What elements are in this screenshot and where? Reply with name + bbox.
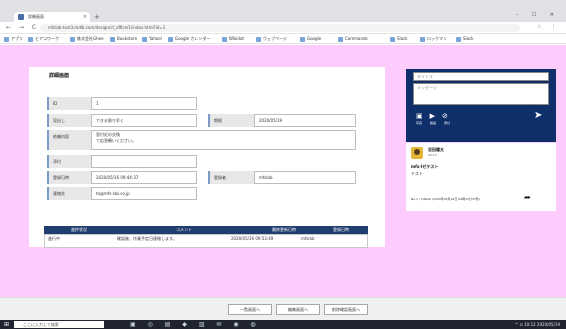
- bookmark-icon: [300, 36, 305, 42]
- photo-label: 写真: [416, 121, 423, 125]
- photo-icon[interactable]: ▣: [416, 112, 423, 120]
- column-header-registered: 登録日時: [333, 227, 349, 232]
- bookmark-icon: [338, 36, 343, 42]
- field-label-contact: 連絡先: [47, 187, 91, 200]
- bookmark-icon: [4, 36, 9, 42]
- taskbar-app-icons[interactable]: ▣ ◎ ▤ ◆ ▥ ✉ ◉ ◍: [130, 320, 261, 329]
- bookmark-icon: [28, 36, 33, 42]
- field-value-contact: to@mfs-lab.co.jp: [91, 187, 197, 200]
- field-value-heading: できる限り早く: [91, 114, 197, 127]
- paperclip-icon[interactable]: ⊘: [442, 112, 448, 120]
- bookmark-icon: [142, 36, 147, 42]
- bookmark-item[interactable]: Slack: [390, 35, 408, 43]
- bookmarks-bar: アプリ ヒアコワーク 株式会社Ghee Bookstore Yahoo! Goo…: [0, 34, 566, 44]
- cell-updated: 2020/05/16 09:53:49: [231, 236, 274, 241]
- bookmark-item[interactable]: Bookstore: [110, 35, 137, 43]
- browser-tab-bar: 詳細画面 × + – ☐ ✕: [0, 0, 566, 22]
- cell-registered-by: mfslab: [301, 236, 315, 241]
- post-body: テスト: [411, 171, 423, 176]
- list-screen-button[interactable]: 一覧画面へ: [228, 304, 272, 315]
- bookmark-item[interactable]: アプリ: [4, 35, 23, 43]
- video-label: 動画: [430, 121, 437, 125]
- system-tray: ^ ⊡ 10:12 2020/05/19: [514, 322, 560, 327]
- page-title: 詳細画面: [49, 73, 70, 79]
- bookmark-icon: [168, 36, 173, 42]
- chat-message-input[interactable]: メッセージ: [413, 83, 549, 105]
- browser-tab[interactable]: 詳細画面 ×: [14, 12, 90, 22]
- field-label-request: 依頼内容: [47, 130, 91, 150]
- bookmark-item[interactable]: Yahoo!: [142, 35, 162, 43]
- chat-attach-icons: ▣ ▶ ⊘: [416, 112, 455, 120]
- field-label-id: ID: [47, 97, 91, 110]
- close-tab-icon[interactable]: ×: [83, 12, 87, 22]
- progress-table-header: 進捗状況 コメント 最終更新日時 登録日時: [44, 226, 368, 234]
- bookmark-item[interactable]: ヒアコワーク: [28, 35, 59, 43]
- field-value-request: 窓付近の交換 て応答願いください。: [91, 130, 356, 150]
- bookmark-item[interactable]: Slack: [456, 35, 474, 43]
- attach-label: 添付: [444, 121, 451, 125]
- post-title: mfs-lゼテスト: [411, 164, 439, 169]
- bookmark-item[interactable]: Google: [300, 35, 321, 43]
- browser-toolbar-icons[interactable]: ☆ ⋮: [537, 24, 560, 30]
- bookmark-item[interactable]: ウェブページ: [256, 35, 287, 43]
- bookmark-icon: [420, 36, 425, 42]
- column-header-comment: コメント: [176, 227, 192, 232]
- share-icon[interactable]: ➦: [524, 193, 531, 202]
- cell-status: 進行中: [48, 236, 60, 241]
- chat-post: 吉田健太 09:13 mfs-lゼテスト テスト No.1 / mfslab (…: [406, 143, 556, 211]
- bookmark-item[interactable]: ロックマン: [420, 35, 447, 43]
- tab-title: 詳細画面: [28, 14, 44, 19]
- page-content: 詳細画面 ID 1 見出し できる限り早く 期限 2020/05/19 依頼内容…: [0, 45, 566, 297]
- delete-confirm-button[interactable]: 削除確認画面へ: [324, 304, 368, 315]
- bookmark-item[interactable]: Commands: [338, 35, 368, 43]
- cell-comment: 確認後、作業予定日連絡します。: [117, 236, 177, 241]
- bookmark-icon: [390, 36, 395, 42]
- field-label-heading: 見出し: [47, 114, 91, 127]
- chat-title-input[interactable]: タイトル: [413, 72, 549, 81]
- window-controls[interactable]: – ☐ ✕: [516, 12, 560, 18]
- detail-card: 詳細画面 ID 1 見出し できる限り早く 期限 2020/05/19 依頼内容…: [29, 67, 385, 248]
- video-icon[interactable]: ▶: [430, 112, 435, 120]
- new-tab-button[interactable]: +: [94, 12, 100, 22]
- bookmark-icon: [110, 36, 115, 42]
- field-label-attachment: 添付: [47, 155, 91, 168]
- column-header-updated: 最終更新日時: [272, 227, 296, 232]
- url-field[interactable]: mfslab-test3.mdlb.com/design/ct_office/1…: [40, 24, 520, 32]
- bottom-action-bar: 一覧画面へ 編集画面へ 削除確認画面へ: [0, 297, 566, 320]
- os-taskbar: ⊞ ここに入力して検索 ▣ ◎ ▤ ◆ ▥ ✉ ◉ ◍ ^ ⊡ 10:12 20…: [0, 320, 566, 329]
- avatar: [411, 147, 423, 159]
- field-value-attachment[interactable]: [91, 155, 197, 168]
- bookmark-item[interactable]: 株式会社Ghee: [70, 35, 104, 43]
- field-value-deadline: 2020/05/19: [254, 114, 356, 127]
- field-value-registrant: mfslab: [254, 171, 356, 184]
- field-label-registrant: 登録者: [208, 171, 254, 184]
- taskbar-search-input[interactable]: ここに入力して検索: [14, 321, 104, 328]
- bookmark-icon: [222, 36, 227, 42]
- edit-screen-button[interactable]: 編集画面へ: [276, 304, 320, 315]
- send-icon[interactable]: ➤: [534, 110, 542, 121]
- post-time: 09:13: [428, 153, 437, 157]
- field-value-id: 1: [91, 97, 197, 110]
- favicon-icon: [18, 14, 24, 20]
- chat-composer: タイトル メッセージ ▣ ▶ ⊘ 写真 動画 添付 ➤: [406, 69, 556, 142]
- bookmark-icon: [456, 36, 461, 42]
- bookmark-item[interactable]: Wikidot: [222, 35, 244, 43]
- table-row: 進行中 確認後、作業予定日連絡します。 2020/05/16 09:53:49 …: [44, 234, 368, 248]
- windows-start-icon[interactable]: ⊞: [4, 321, 11, 328]
- post-footer: No.1 / mfslab (2020年05月16日 09時13分37秒): [411, 197, 480, 201]
- field-label-registered-at: 登録日時: [47, 171, 91, 184]
- bookmark-icon: [256, 36, 261, 42]
- field-value-registered-at: 2020/05/16 09:44:37: [91, 171, 197, 184]
- field-label-deadline: 期限: [208, 114, 254, 127]
- bookmark-icon: [70, 36, 75, 42]
- column-header-status: 進捗状況: [71, 227, 87, 232]
- address-bar: ← → C ⌂ mfslab-test3.mdlb.com/design/ct_…: [0, 22, 566, 34]
- bookmark-item[interactable]: Google カレンダー: [168, 35, 210, 43]
